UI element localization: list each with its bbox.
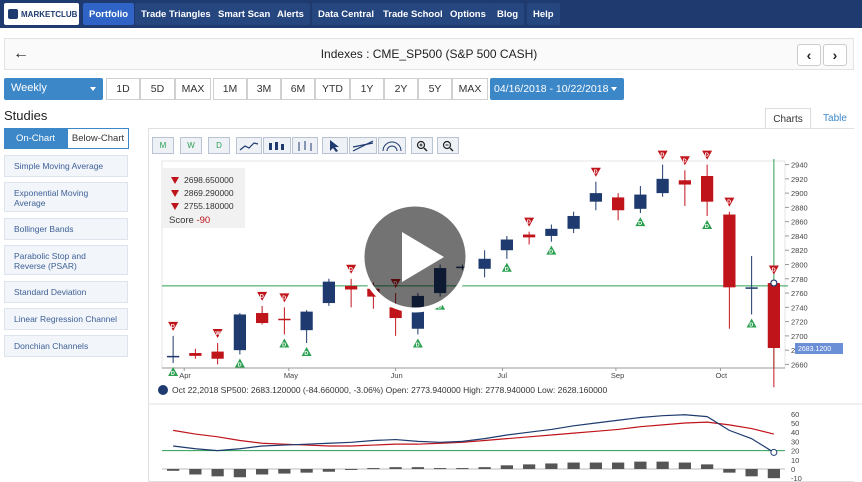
range-6m[interactable]: 6M — [281, 78, 315, 100]
study-donchian-channels[interactable]: Donchian Channels — [4, 335, 128, 357]
range-1m[interactable]: 1M — [213, 78, 247, 100]
cursor-icon[interactable] — [322, 137, 348, 154]
study-psar[interactable]: Parabolic Stop and Reverse (PSAR) — [4, 245, 128, 275]
study-linear-regression-channel[interactable]: Linear Regression Channel — [4, 308, 128, 330]
score-line-weekly: 2869.290000 — [171, 188, 234, 198]
chevron-down-icon — [90, 87, 96, 91]
nav-alerts[interactable]: Alerts — [271, 3, 310, 25]
nav-smart-scan[interactable]: Smart Scan — [212, 3, 277, 25]
score-line-monthly: 2698.650000 — [171, 175, 234, 185]
trendline-glyph — [352, 139, 374, 152]
chart-panel — [148, 128, 854, 482]
nav-options[interactable]: Options — [444, 3, 492, 25]
date-range-value: 04/16/2018 - 10/22/2018 — [494, 83, 609, 95]
range-5d[interactable]: 5D — [140, 78, 175, 100]
nav-data-central[interactable]: Data Central — [312, 3, 380, 25]
cursor-glyph — [330, 140, 339, 152]
marketclub-logo[interactable]: MARKETCLUB — [4, 3, 79, 25]
zoom-out-icon[interactable] — [437, 137, 459, 154]
wave-icon — [158, 385, 168, 395]
study-simple-moving-average[interactable]: Simple Moving Average — [4, 155, 128, 177]
monthly-triangle-toggle[interactable]: M — [152, 137, 174, 154]
studies-title: Studies — [4, 108, 48, 123]
logo-mark-icon — [8, 9, 18, 19]
top-navbar: MARKETCLUB Portfolio Trade Triangles Sma… — [0, 0, 862, 28]
chevron-down-icon — [611, 87, 617, 91]
study-exponential-moving-average[interactable]: Exponential Moving Average — [4, 182, 128, 212]
red-triangle-icon — [171, 176, 179, 184]
fibonacci-icon[interactable] — [378, 137, 406, 154]
daily-triangle-toggle[interactable]: D — [208, 137, 230, 154]
period-value: Weekly — [11, 82, 47, 94]
prev-button[interactable]: ‹ — [797, 44, 821, 66]
zoom-in-icon[interactable] — [411, 137, 433, 154]
range-max-intraday[interactable]: MAX — [175, 78, 211, 100]
ohlc-glyph — [298, 140, 312, 151]
candlestick-chart-icon[interactable] — [263, 137, 291, 154]
range-1y[interactable]: 1Y — [350, 78, 384, 100]
nav-blog[interactable]: Blog — [491, 3, 525, 25]
study-bollinger-bands[interactable]: Bollinger Bands — [4, 218, 128, 240]
range-1d[interactable]: 1D — [106, 78, 140, 100]
title-bar: ← Indexes : CME_SP500 (S&P 500 CASH) ‹ › — [4, 38, 854, 70]
score-label: Score -90 — [169, 215, 211, 226]
date-range-picker[interactable]: 04/16/2018 - 10/22/2018 — [490, 78, 624, 100]
range-max[interactable]: MAX — [452, 78, 488, 100]
candlestick-glyph — [269, 141, 284, 150]
score-value: -90 — [196, 215, 211, 226]
score-line-daily: 2755.180000 — [171, 201, 234, 211]
nav-trade-triangles[interactable]: Trade Triangles — [135, 3, 217, 25]
nav-help[interactable]: Help — [527, 3, 560, 25]
tab-table[interactable]: Table — [815, 108, 855, 129]
ohlc-bar-icon[interactable] — [292, 137, 318, 154]
zoom-in-glyph — [416, 140, 428, 151]
logo-text: MARKETCLUB — [21, 9, 78, 19]
line-chart-icon[interactable] — [236, 137, 262, 154]
tab-below-chart[interactable]: Below-Chart — [67, 128, 129, 149]
zoom-out-glyph — [442, 140, 454, 151]
period-select[interactable]: Weekly — [4, 78, 103, 100]
red-triangle-icon — [171, 202, 179, 210]
tab-on-chart[interactable]: On-Chart — [4, 128, 67, 149]
ohlc-info-line: Oct 22,2018 SP500: 2683.120000 (-84.6600… — [172, 385, 608, 395]
nav-portfolio[interactable]: Portfolio — [83, 3, 135, 25]
line-chart-glyph — [239, 141, 259, 150]
red-triangle-icon — [171, 189, 179, 197]
range-ytd[interactable]: YTD — [315, 78, 350, 100]
page-title: Indexes : CME_SP500 (S&P 500 CASH) — [320, 47, 538, 61]
range-3m[interactable]: 3M — [247, 78, 281, 100]
trendline-icon[interactable] — [349, 137, 377, 154]
range-2y[interactable]: 2Y — [384, 78, 418, 100]
nav-trade-school[interactable]: Trade School — [377, 3, 449, 25]
range-5y[interactable]: 5Y — [418, 78, 452, 100]
fibonacci-glyph — [382, 141, 402, 151]
study-standard-deviation[interactable]: Standard Deviation — [4, 281, 128, 303]
weekly-triangle-toggle[interactable]: W — [180, 137, 202, 154]
triangle-score-box: 2698.650000 2869.290000 2755.180000 Scor… — [161, 168, 245, 228]
tab-charts[interactable]: Charts — [765, 108, 811, 129]
next-button[interactable]: › — [823, 44, 847, 66]
